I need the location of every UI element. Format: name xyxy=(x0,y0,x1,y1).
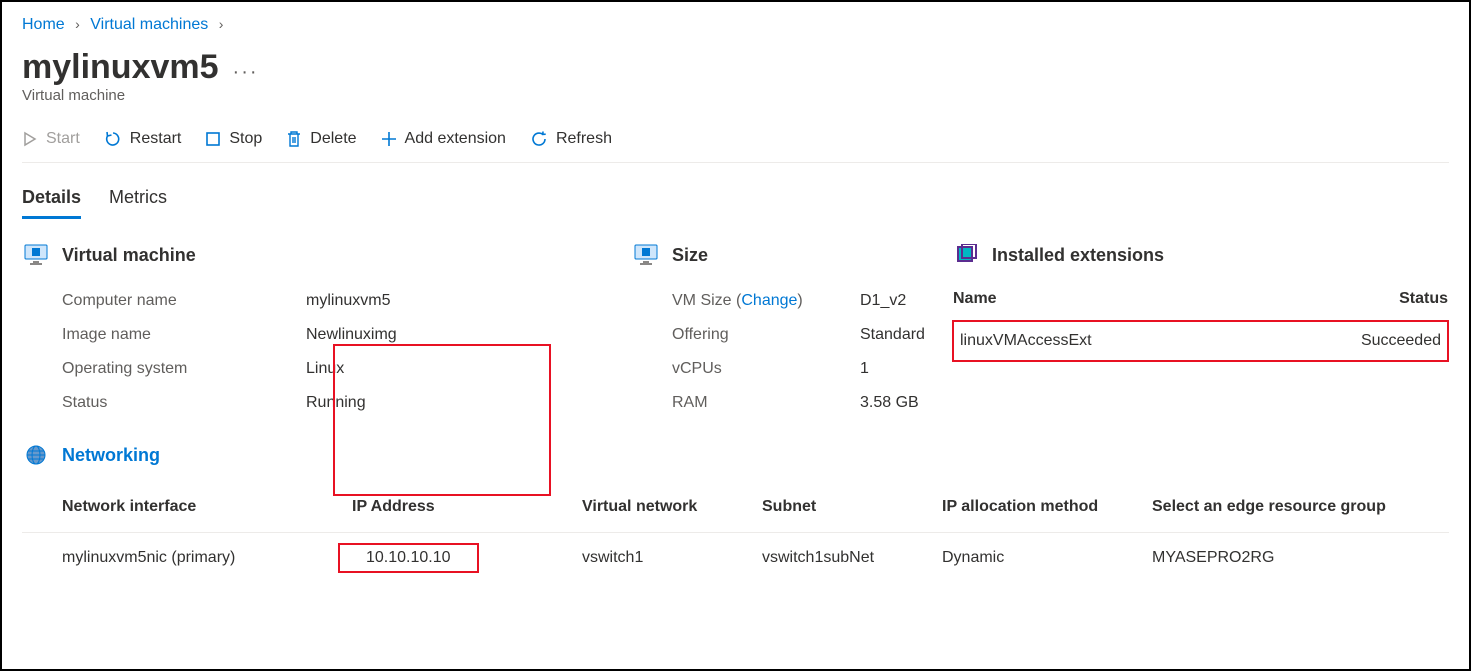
more-actions-button[interactable]: ··· xyxy=(233,61,259,84)
vm-icon xyxy=(22,244,50,266)
net-row[interactable]: mylinuxvm5nic (primary) 10.10.10.10 vswi… xyxy=(22,533,1449,584)
size-ram-value: 3.58 GB xyxy=(852,394,919,412)
ext-row[interactable]: linuxVMAccessExt Succeeded xyxy=(953,321,1448,361)
vm-computer-name-label: Computer name xyxy=(62,292,282,310)
delete-label: Delete xyxy=(310,130,356,148)
section-size-title: Size xyxy=(672,245,708,266)
restart-button[interactable]: Restart xyxy=(104,130,182,148)
size-vcpus-label: vCPUs xyxy=(672,360,852,378)
vm-status-value: Running xyxy=(282,394,366,412)
restart-icon xyxy=(104,130,122,148)
vm-image-name-value: Newlinuximg xyxy=(282,326,397,344)
refresh-label: Refresh xyxy=(556,130,612,148)
size-ram-label: RAM xyxy=(672,394,852,412)
size-offering-value: Standard xyxy=(852,326,925,344)
networking-icon xyxy=(22,444,50,466)
delete-button[interactable]: Delete xyxy=(286,130,356,148)
size-vmsize-value: D1_v2 xyxy=(852,292,906,310)
net-header-alloc: IP allocation method xyxy=(942,498,1152,533)
section-vm-title: Virtual machine xyxy=(62,245,196,266)
refresh-icon xyxy=(530,130,548,148)
size-offering-label: Offering xyxy=(672,326,852,344)
tab-details[interactable]: Details xyxy=(22,187,81,219)
trash-icon xyxy=(286,130,302,148)
stop-icon xyxy=(205,131,221,147)
chevron-right-icon: › xyxy=(75,16,80,32)
restart-label: Restart xyxy=(130,130,182,148)
stop-label: Stop xyxy=(229,130,262,148)
ext-row-status: Succeeded xyxy=(1254,321,1448,361)
networking-table: Network interface IP Address Virtual net… xyxy=(22,498,1449,583)
section-ext-title: Installed extensions xyxy=(992,245,1164,266)
net-alloc-value: Dynamic xyxy=(942,533,1152,584)
vm-os-value: Linux xyxy=(282,360,344,378)
net-edge-value: MYASEPRO2RG xyxy=(1152,533,1449,584)
breadcrumb: Home › Virtual machines › xyxy=(22,12,1449,42)
play-icon xyxy=(22,131,38,147)
net-header-vnet: Virtual network xyxy=(582,498,762,533)
size-change-link[interactable]: Change xyxy=(741,292,797,309)
stop-button[interactable]: Stop xyxy=(205,130,262,148)
vm-os-label: Operating system xyxy=(62,360,282,378)
ext-header-status: Status xyxy=(1254,290,1448,321)
add-extension-label: Add extension xyxy=(405,130,506,148)
extensions-icon xyxy=(952,244,980,266)
start-label: Start xyxy=(46,130,80,148)
breadcrumb-vms[interactable]: Virtual machines xyxy=(90,16,208,33)
toolbar: Start Restart Stop Delete Add extension … xyxy=(22,120,1449,163)
net-vnet-value: vswitch1 xyxy=(582,533,762,584)
net-header-nic: Network interface xyxy=(22,498,352,533)
add-extension-button[interactable]: Add extension xyxy=(381,130,506,148)
breadcrumb-home[interactable]: Home xyxy=(22,16,65,33)
refresh-button[interactable]: Refresh xyxy=(530,130,612,148)
net-ip-value: 10.10.10.10 xyxy=(338,543,479,573)
net-header-subnet: Subnet xyxy=(762,498,942,533)
net-ip-cell: 10.10.10.10 xyxy=(352,533,582,584)
start-button: Start xyxy=(22,130,80,148)
size-icon xyxy=(632,244,660,266)
networking-link[interactable]: Networking xyxy=(62,445,160,466)
net-nic-value: mylinuxvm5nic (primary) xyxy=(22,533,352,584)
chevron-right-icon: › xyxy=(219,16,224,32)
ext-header-name: Name xyxy=(953,290,1254,321)
page-subtitle: Virtual machine xyxy=(22,87,1449,104)
plus-icon xyxy=(381,131,397,147)
vm-status-label: Status xyxy=(62,394,282,412)
size-vmsize-label: VM Size (Change) xyxy=(672,292,852,310)
net-subnet-value: vswitch1subNet xyxy=(762,533,942,584)
size-vcpus-value: 1 xyxy=(852,360,869,378)
page-title: mylinuxvm5 xyxy=(22,48,219,87)
vm-image-name-label: Image name xyxy=(62,326,282,344)
tab-metrics[interactable]: Metrics xyxy=(109,187,167,219)
vm-computer-name-value: mylinuxvm5 xyxy=(282,292,390,310)
net-header-ip: IP Address xyxy=(352,498,582,533)
net-header-edge: Select an edge resource group xyxy=(1152,498,1449,533)
ext-row-name: linuxVMAccessExt xyxy=(953,321,1254,361)
tabs: Details Metrics xyxy=(22,187,1449,219)
